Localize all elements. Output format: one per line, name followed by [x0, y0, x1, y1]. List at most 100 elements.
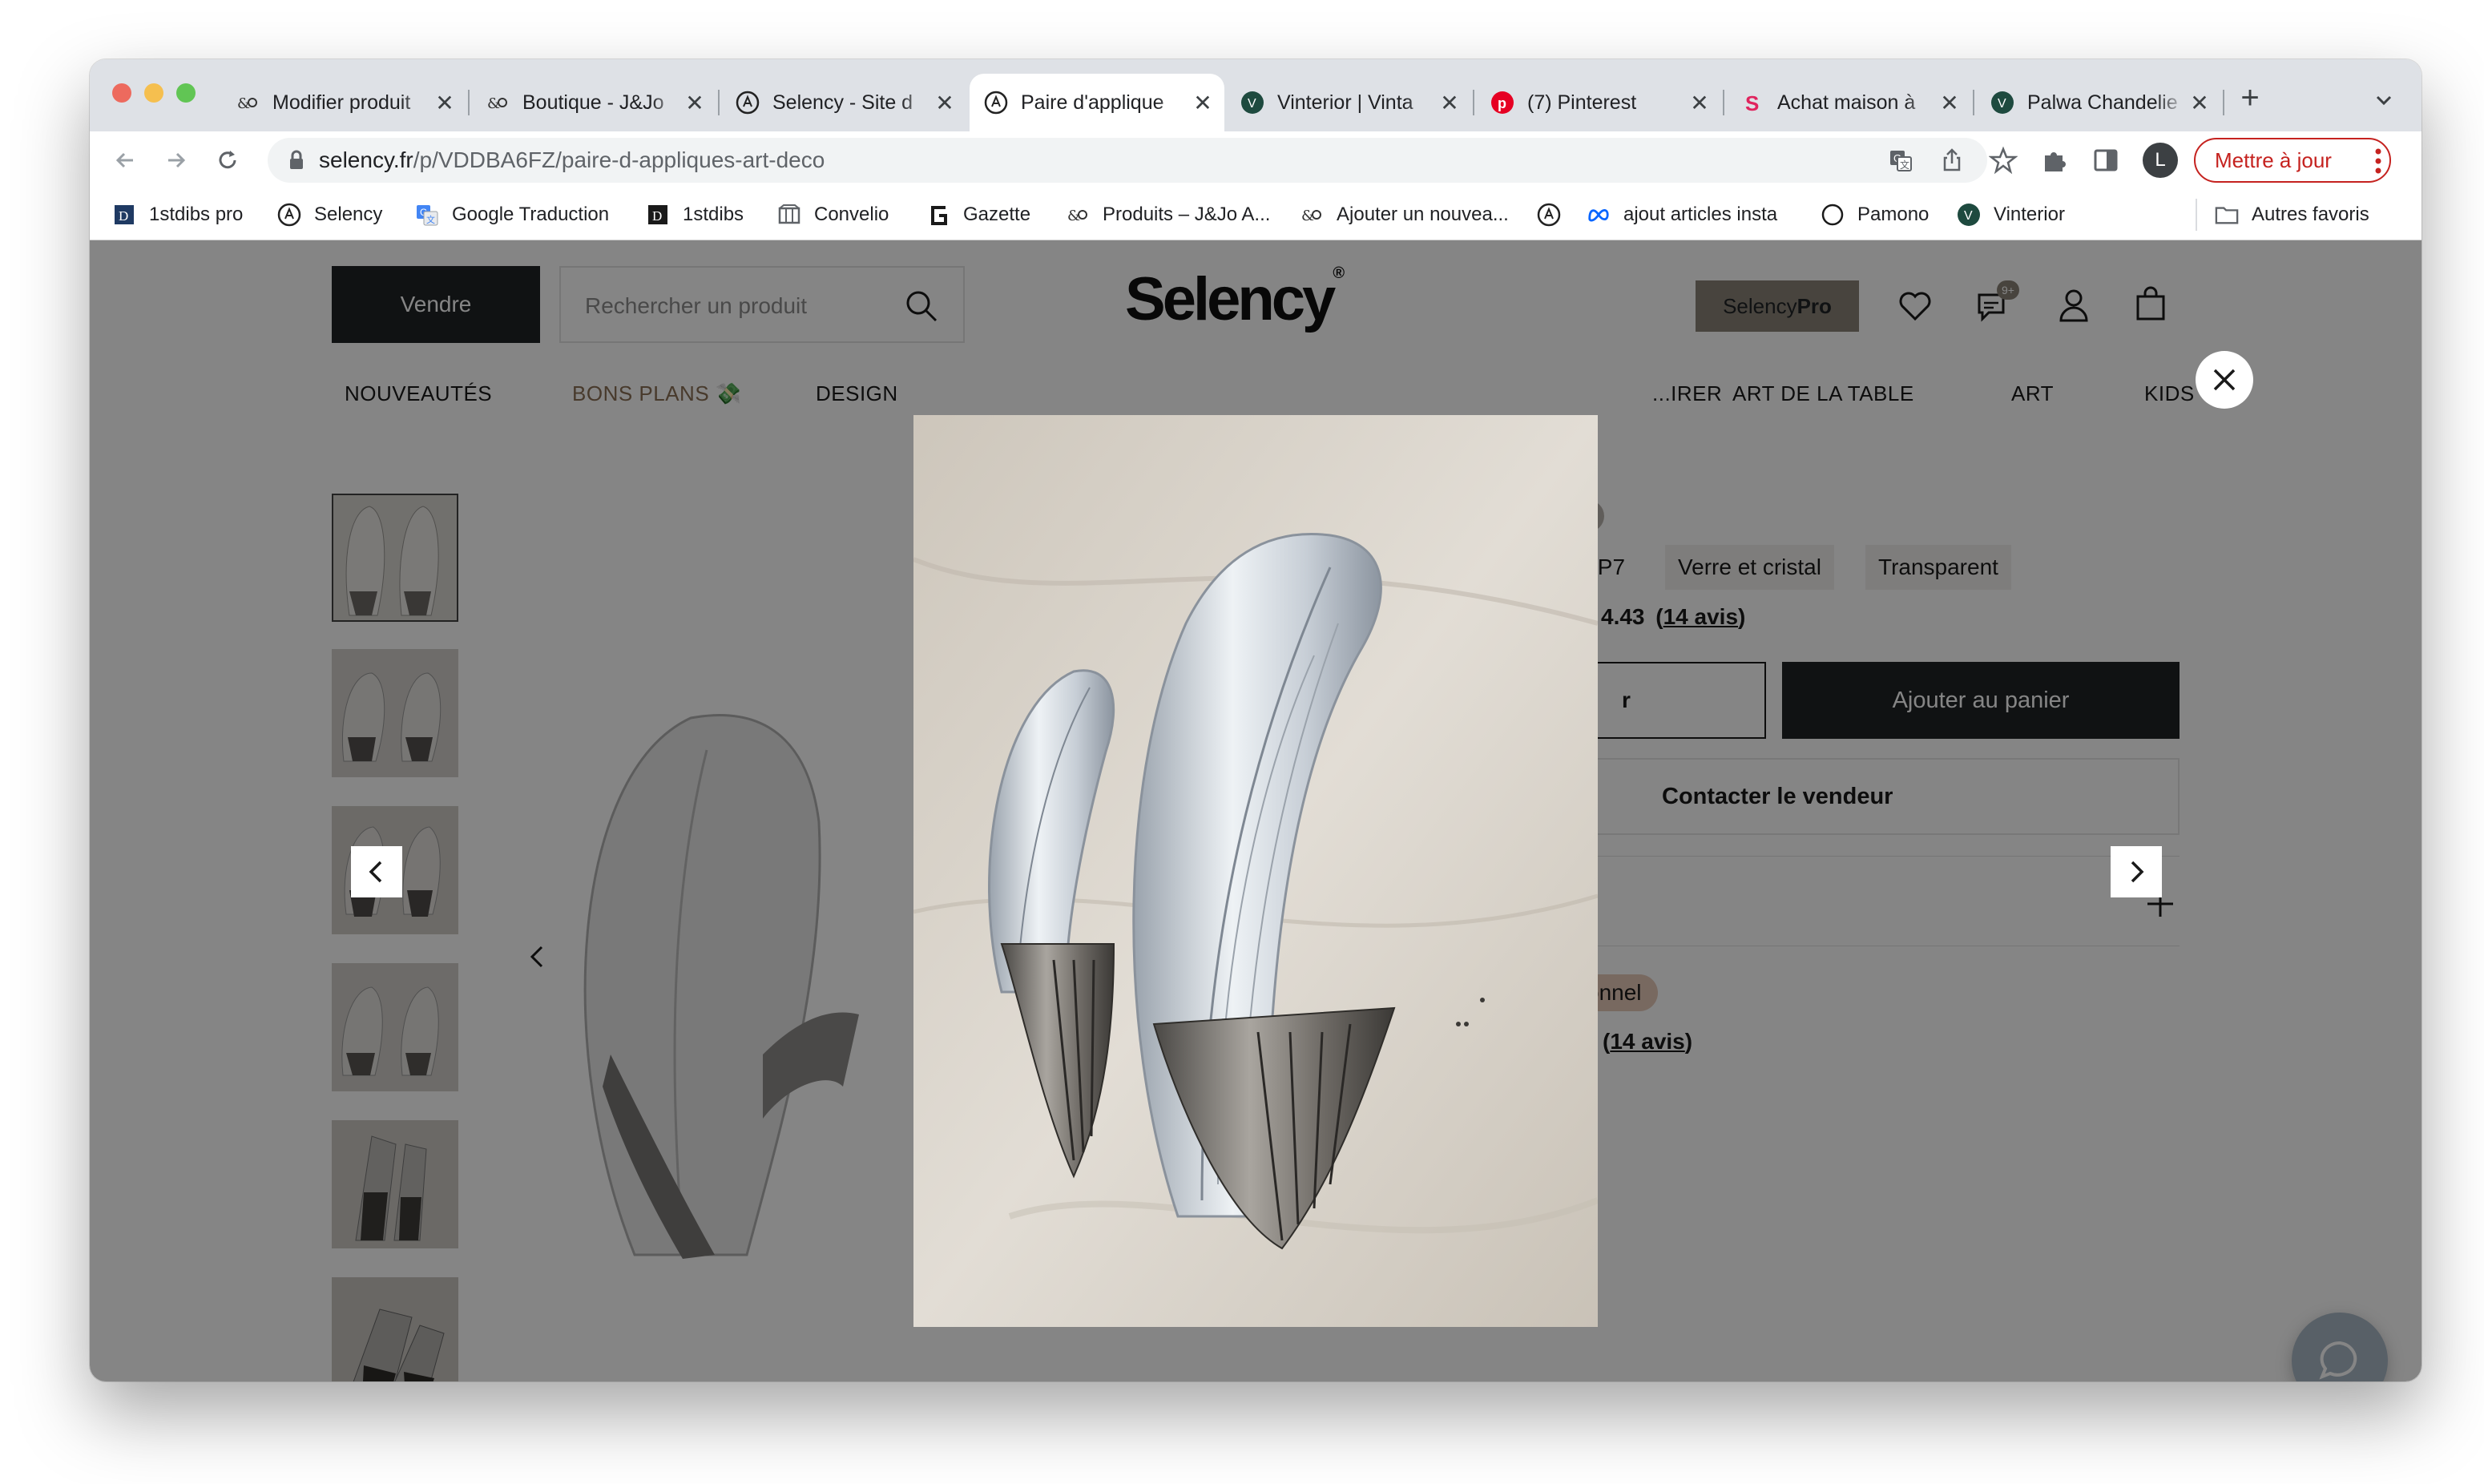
bookmark-produits-jandjo[interactable]: & Produits – J&Jo A... [1066, 200, 1270, 229]
bookmark-selency[interactable]: Selency [277, 200, 382, 229]
browser-toolbar: selency.fr/p/VDDBA6FZ/paire-d-appliques-… [90, 131, 2421, 189]
pamono-icon [1821, 203, 1845, 227]
translate-icon[interactable]: G文 [1888, 147, 1913, 173]
address-bar[interactable]: selency.fr/p/VDDBA6FZ/paire-d-appliques-… [268, 138, 1987, 183]
menu-kebab-icon[interactable] [2375, 147, 2381, 175]
bookmark-ajouter-nouveau[interactable]: & Ajouter un nouvea... [1300, 200, 1509, 229]
bookmark-label: Google Traduction [452, 204, 610, 225]
bookmark-selency-2[interactable] [1537, 200, 1574, 229]
vinterior-icon: V [1240, 91, 1264, 115]
jandjo-icon: & [486, 91, 510, 115]
tab-achat-maison[interactable]: S Achat maison à ✕ [1726, 74, 1971, 131]
bookmark-google-traduction[interactable]: G文 Google Traduction [415, 200, 609, 229]
reload-icon[interactable] [212, 144, 244, 176]
bookmark-vinterior[interactable]: V Vinterior [1957, 200, 2065, 229]
close-icon [2213, 369, 2236, 391]
svg-text:V: V [1964, 209, 1973, 223]
profile-avatar[interactable]: L [2143, 143, 2178, 178]
tab-strip: & Modifier produit ✕ & Boutique - J&Jo ✕… [90, 59, 2421, 131]
lightbox-next-button[interactable] [2111, 846, 2162, 897]
svg-text:p: p [1498, 95, 1506, 111]
tab-selency-site[interactable]: Selency - Site d ✕ [721, 74, 966, 131]
bookmark-pamono[interactable]: Pamono [1821, 200, 1929, 229]
selency-icon [984, 91, 1008, 115]
svg-text:文: 文 [1900, 159, 1909, 171]
tab-separator [2223, 90, 2224, 115]
tab-close-icon[interactable]: ✕ [933, 90, 957, 116]
lightbox-image[interactable] [913, 415, 1598, 1327]
tab-label: Vinterior | Vinta [1277, 91, 1413, 114]
tab-search-icon[interactable] [2372, 88, 2396, 112]
tab-close-icon[interactable]: ✕ [683, 90, 707, 116]
jandjo-icon: & [1066, 203, 1090, 227]
tab-pinterest[interactable]: p (7) Pinterest ✕ [1476, 74, 1721, 131]
other-bookmarks-label: Autres favoris [2252, 204, 2369, 225]
tab-close-icon[interactable]: ✕ [1191, 90, 1215, 116]
bookmark-label: Selency [314, 204, 383, 225]
bookmark-label: Ajouter un nouvea... [1337, 204, 1509, 225]
lightbox-prev-button[interactable] [351, 846, 402, 897]
bookmark-gazette[interactable]: Gazette [926, 200, 1030, 229]
svg-text:D: D [119, 208, 128, 224]
bookmark-ajout-articles-insta[interactable]: ajout articles insta [1587, 200, 1777, 229]
tab-separator [1473, 90, 1474, 115]
update-button[interactable]: Mettre à jour [2194, 138, 2391, 183]
zoom-window-button[interactable] [176, 83, 196, 103]
s-brand-icon: S [1740, 91, 1764, 115]
new-tab-button[interactable]: + [2234, 82, 2266, 114]
other-bookmarks-folder[interactable]: Autres favoris [2215, 200, 2369, 229]
lightbox-close-button[interactable] [2196, 351, 2253, 409]
minimize-window-button[interactable] [144, 83, 163, 103]
tab-vinterior[interactable]: V Vinterior | Vinta ✕ [1226, 74, 1471, 131]
jandjo-icon: & [236, 91, 260, 115]
google-translate-icon: G文 [415, 203, 439, 227]
extensions-icon[interactable] [2040, 146, 2069, 175]
bookmark-1stdibs[interactable]: D 1stdibs [646, 200, 744, 229]
tab-boutique[interactable]: & Boutique - J&Jo ✕ [471, 74, 716, 131]
tab-close-icon[interactable]: ✕ [1438, 90, 1462, 116]
bookmark-star-icon[interactable] [1988, 146, 2018, 175]
1stdibs-icon: D [646, 203, 670, 227]
meta-icon [1587, 203, 1611, 227]
tab-close-icon[interactable]: ✕ [2188, 90, 2212, 116]
bookmark-label: Gazette [963, 204, 1031, 225]
url-path: /p/VDDBA6FZ/paire-d-appliques-art-deco [413, 147, 825, 172]
gazette-icon [926, 203, 950, 227]
tab-separator [1723, 90, 1724, 115]
svg-text:D: D [652, 208, 662, 224]
share-icon[interactable] [1939, 147, 1965, 173]
tab-separator [468, 90, 470, 115]
tab-modifier-produit[interactable]: & Modifier produit ✕ [221, 74, 466, 131]
bookmark-convelio[interactable]: Convelio [777, 200, 889, 229]
tab-palwa[interactable]: V Palwa Chandelie ✕ [1976, 74, 2221, 131]
bookmark-1stdibs-pro[interactable]: D 1stdibs pro [112, 200, 243, 229]
url-text[interactable]: selency.fr/p/VDDBA6FZ/paire-d-appliques-… [319, 147, 825, 173]
bookmark-label: Pamono [1857, 204, 1930, 225]
back-icon[interactable] [109, 144, 141, 176]
svg-text:V: V [1248, 97, 1256, 111]
tab-paire-d-appliques[interactable]: Paire d'applique ✕ [970, 74, 1224, 131]
bookmarks-separator [2196, 199, 2197, 231]
chevron-left-icon [369, 861, 382, 883]
vinterior-icon: V [1990, 91, 2014, 115]
tab-close-icon[interactable]: ✕ [1938, 90, 1962, 116]
tab-separator [1973, 90, 1974, 115]
browser-window: & Modifier produit ✕ & Boutique - J&Jo ✕… [90, 59, 2421, 1381]
svg-text:V: V [1998, 97, 2006, 111]
tab-label: Modifier produit [272, 91, 411, 114]
forward-icon[interactable] [160, 144, 192, 176]
tab-label: (7) Pinterest [1527, 91, 1637, 114]
side-panel-icon[interactable] [2091, 146, 2120, 175]
tab-close-icon[interactable]: ✕ [1688, 90, 1712, 116]
tab-label: Selency - Site d [772, 91, 913, 114]
lock-icon[interactable] [285, 149, 308, 171]
url-domain: selency.fr [319, 147, 413, 172]
tab-close-icon[interactable]: ✕ [433, 90, 457, 116]
bookmarks-bar: D 1stdibs pro Selency G文 Google Traducti… [90, 189, 2421, 240]
folder-icon [2215, 203, 2239, 227]
bookmark-label: 1stdibs pro [149, 204, 244, 225]
web-page: Vendre Rechercher un produit Selency® Se… [90, 240, 2421, 1381]
bookmark-label: Produits – J&Jo A... [1103, 204, 1271, 225]
vinterior-icon: V [1957, 203, 1981, 227]
close-window-button[interactable] [112, 83, 131, 103]
